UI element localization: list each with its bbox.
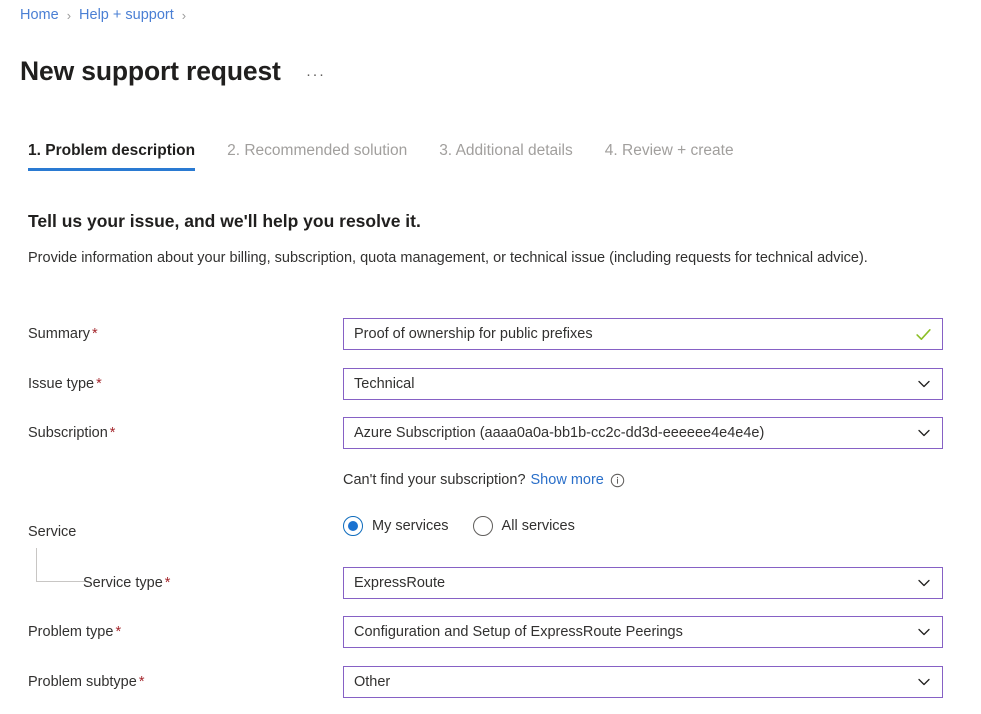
section-heading: Tell us your issue, and we'll help you r…: [28, 208, 421, 234]
problem-type-value: Configuration and Setup of ExpressRoute …: [354, 617, 916, 647]
required-marker: *: [96, 376, 102, 392]
info-icon[interactable]: [610, 473, 625, 488]
tab-review-create[interactable]: 4. Review + create: [605, 140, 734, 171]
field-summary: Summary*: [28, 318, 948, 350]
problem-subtype-label-text: Problem subtype: [28, 674, 137, 690]
tab-recommended-solution[interactable]: 2. Recommended solution: [227, 140, 407, 171]
page-title-row: New support request ···: [20, 36, 329, 106]
required-marker: *: [139, 674, 145, 690]
subscription-select[interactable]: Azure Subscription (aaaa0a0a-bb1b-cc2c-d…: [343, 417, 943, 449]
issue-type-label: Issue type*: [28, 368, 328, 400]
breadcrumb-item-help-support[interactable]: Help + support: [79, 7, 174, 23]
issue-type-label-text: Issue type: [28, 376, 94, 392]
service-type-label: Service type*: [83, 567, 383, 599]
breadcrumb: Home › Help + support ›: [20, 4, 194, 26]
service-type-label-text: Service type: [83, 575, 163, 591]
field-issue-type: Issue type* Technical: [28, 368, 948, 400]
field-problem-subtype: Problem subtype* Other: [28, 666, 948, 698]
chevron-down-icon: [916, 425, 932, 441]
tab-problem-description[interactable]: 1. Problem description: [28, 140, 195, 171]
problem-type-select[interactable]: Configuration and Setup of ExpressRoute …: [343, 616, 943, 648]
problem-subtype-value: Other: [354, 667, 916, 697]
field-service-type: Service type* ExpressRoute: [28, 567, 948, 599]
page-title: New support request: [20, 54, 281, 88]
chevron-down-icon: [916, 376, 932, 392]
chevron-down-icon: [916, 575, 932, 591]
subscription-helper: Can't find your subscription? Show more: [343, 470, 625, 490]
problem-subtype-select[interactable]: Other: [343, 666, 943, 698]
radio-my-services[interactable]: My services: [343, 516, 449, 536]
tab-additional-details[interactable]: 3. Additional details: [439, 140, 573, 171]
problem-type-label: Problem type*: [28, 616, 328, 648]
valid-check-icon: [915, 326, 932, 343]
show-more-link[interactable]: Show more: [531, 470, 604, 490]
field-problem-type: Problem type* Configuration and Setup of…: [28, 616, 948, 648]
required-marker: *: [92, 326, 98, 342]
chevron-down-icon: [916, 674, 932, 690]
required-marker: *: [110, 425, 116, 441]
radio-selected-icon: [343, 516, 363, 536]
service-label: Service: [28, 516, 328, 548]
required-marker: *: [115, 624, 121, 640]
chevron-down-icon: [916, 624, 932, 640]
subscription-label-text: Subscription: [28, 425, 108, 441]
breadcrumb-separator-icon: ›: [67, 8, 71, 23]
issue-type-value: Technical: [354, 369, 916, 399]
section-description: Provide information about your billing, …: [28, 247, 928, 269]
problem-type-label-text: Problem type: [28, 624, 113, 640]
problem-subtype-label: Problem subtype*: [28, 666, 328, 698]
summary-label: Summary*: [28, 318, 328, 350]
service-type-value: ExpressRoute: [354, 568, 916, 598]
subscription-label: Subscription*: [28, 417, 328, 449]
summary-input-wrapper[interactable]: [343, 318, 943, 350]
subscription-helper-text: Can't find your subscription?: [343, 470, 526, 490]
breadcrumb-item-home[interactable]: Home: [20, 7, 59, 23]
field-subscription: Subscription* Azure Subscription (aaaa0a…: [28, 417, 948, 449]
wizard-tabs: 1. Problem description 2. Recommended so…: [28, 140, 766, 171]
radio-all-services-label: All services: [502, 518, 575, 534]
required-marker: *: [165, 575, 171, 591]
summary-label-text: Summary: [28, 326, 90, 342]
radio-all-services[interactable]: All services: [473, 516, 575, 536]
radio-unselected-icon: [473, 516, 493, 536]
breadcrumb-separator-icon: ›: [182, 8, 186, 23]
summary-input[interactable]: [354, 319, 915, 349]
service-type-select[interactable]: ExpressRoute: [343, 567, 943, 599]
issue-type-select[interactable]: Technical: [343, 368, 943, 400]
more-options-icon[interactable]: ···: [303, 63, 329, 85]
subscription-value: Azure Subscription (aaaa0a0a-bb1b-cc2c-d…: [354, 418, 916, 448]
radio-my-services-label: My services: [372, 518, 449, 534]
service-scope-radio-group: My services All services: [343, 516, 599, 536]
